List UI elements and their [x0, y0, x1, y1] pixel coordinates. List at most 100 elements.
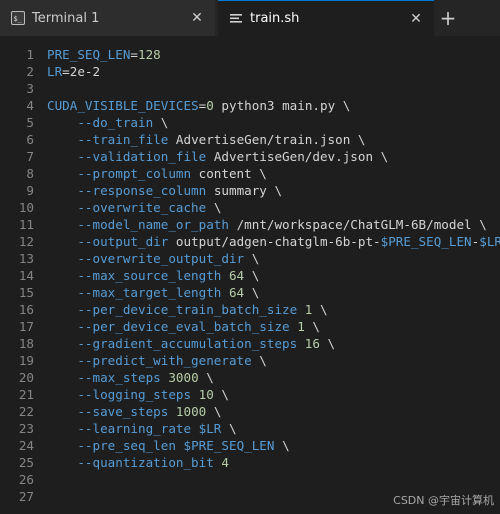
code-line[interactable]: 14 --max_source_length 64 \: [0, 267, 500, 284]
code-line[interactable]: 24 --pre_seq_len $PRE_SEQ_LEN \: [0, 437, 500, 454]
code-token: /mnt/workspace/ChatGLM-6B/model \: [228, 217, 487, 232]
code-line[interactable]: 23 --learning_rate $LR \: [0, 420, 500, 437]
line-number: 3: [26, 81, 34, 96]
line-number: 4: [26, 98, 34, 113]
code-token: AdvertiseGen/train.json \: [168, 132, 366, 147]
line-number: 17: [18, 319, 34, 334]
code-token: 2e-2: [69, 64, 101, 79]
code-token: 4: [213, 455, 229, 470]
code-line[interactable]: 9 --response_column summary \: [0, 182, 500, 199]
line-number: 22: [18, 404, 34, 419]
close-icon[interactable]: ✕: [187, 8, 207, 28]
code-line[interactable]: 11 --model_name_or_path /mnt/workspace/C…: [0, 216, 500, 233]
file-text-icon: [228, 11, 244, 27]
code-line[interactable]: 20 --max_steps 3000 \: [0, 369, 500, 386]
code-token: --learning_rate: [47, 421, 192, 436]
code-token: 1000: [168, 404, 207, 419]
line-number: 19: [18, 353, 34, 368]
code-line[interactable]: 13 --overwrite_output_dir \: [0, 250, 500, 267]
code-token: $PRE_SEQ_LEN: [380, 234, 472, 249]
code-line[interactable]: 21 --logging_steps 10 \: [0, 386, 500, 403]
code-token: --prompt_column: [47, 166, 192, 181]
line-code: --do_train \: [47, 114, 168, 131]
line-number: 10: [18, 200, 34, 215]
code-token: 64: [221, 285, 245, 300]
code-token: 16: [297, 336, 320, 351]
line-code: PRE_SEQ_LEN=128: [47, 46, 161, 63]
code-line[interactable]: 17 --per_device_eval_batch_size 1 \: [0, 318, 500, 335]
code-token: summary \: [206, 183, 283, 198]
code-line[interactable]: 12 --output_dir output/adgen-chatglm-6b-…: [0, 233, 500, 250]
code-token: \: [221, 421, 237, 436]
code-token: 128: [138, 47, 161, 62]
code-token: --per_device_train_batch_size: [47, 302, 298, 317]
line-number: 24: [18, 438, 34, 453]
code-line[interactable]: 22 --save_steps 1000 \: [0, 403, 500, 420]
code-line[interactable]: 25 --quantization_bit 4: [0, 454, 500, 471]
code-token: \: [304, 319, 320, 334]
code-token: --train_file: [47, 132, 169, 147]
code-line[interactable]: 1 PRE_SEQ_LEN=128: [0, 46, 500, 63]
line-code: --learning_rate $LR \: [47, 420, 237, 437]
line-number: 2: [26, 64, 34, 79]
line-code: --response_column summary \: [47, 182, 282, 199]
line-code: --per_device_eval_batch_size 1 \: [47, 318, 320, 335]
code-token: --do_train: [47, 115, 154, 130]
code-line[interactable]: 6 --train_file AdvertiseGen/train.json \: [0, 131, 500, 148]
code-line[interactable]: 4 CUDA_VISIBLE_DEVICES=0 python3 main.py …: [0, 97, 500, 114]
code-line[interactable]: 10 --overwrite_cache \: [0, 199, 500, 216]
line-code: --overwrite_output_dir \: [47, 250, 259, 267]
code-token: $LR: [479, 234, 500, 249]
line-code: --predict_with_generate \: [47, 352, 267, 369]
line-number: 9: [26, 183, 34, 198]
close-icon[interactable]: ✕: [406, 9, 426, 29]
line-number: 18: [18, 336, 34, 351]
code-line[interactable]: 18 --gradient_accumulation_steps 16 \: [0, 335, 500, 352]
code-token: 64: [221, 268, 245, 283]
code-token: --overwrite_output_dir: [47, 251, 245, 266]
code-token: 1: [289, 319, 305, 334]
code-editor[interactable]: 1 PRE_SEQ_LEN=128 2 LR=2e-2 3 4 CUDA_VISIBLE_D…: [0, 36, 500, 514]
line-code: --model_name_or_path /mnt/workspace/Chat…: [47, 216, 487, 233]
code-token: \: [153, 115, 169, 130]
line-code: --prompt_column content \: [47, 165, 267, 182]
code-line[interactable]: 19 --predict_with_generate \: [0, 352, 500, 369]
code-token: \: [319, 336, 336, 351]
code-token: 1: [297, 302, 313, 317]
code-token: \: [213, 387, 229, 402]
code-line[interactable]: 8 --prompt_column content \: [0, 165, 500, 182]
line-code: --pre_seq_len $PRE_SEQ_LEN \: [47, 437, 289, 454]
line-number: 23: [18, 421, 34, 436]
code-line[interactable]: 5 --do_train \: [0, 114, 500, 131]
svg-text:$_: $_: [14, 15, 23, 23]
code-token: \: [251, 353, 267, 368]
code-token: --validation_file: [47, 149, 207, 164]
code-line[interactable]: 26: [0, 471, 500, 488]
code-line[interactable]: 3: [0, 80, 500, 97]
line-number: 13: [18, 251, 34, 266]
code-line[interactable]: 16 --per_device_train_batch_size 1 \: [0, 301, 500, 318]
tab-train-sh[interactable]: train.sh ✕: [218, 0, 434, 36]
code-line[interactable]: 7 --validation_file AdvertiseGen/dev.jso…: [0, 148, 500, 165]
code-token: output/adgen-chatglm-6b-pt-: [168, 234, 381, 249]
line-number: 1: [26, 47, 34, 62]
code-token: --max_steps: [47, 370, 161, 385]
tab-terminal-1[interactable]: $_ Terminal 1 ✕: [0, 0, 215, 36]
line-code: --max_steps 3000 \: [47, 369, 214, 386]
line-code: --per_device_train_batch_size 1 \: [47, 301, 328, 318]
code-token: content \: [191, 166, 267, 181]
code-token: \: [206, 404, 222, 419]
code-token: PRE_SEQ_LEN: [47, 47, 131, 62]
code-line[interactable]: 15 --max_target_length 64 \: [0, 284, 500, 301]
line-number: 25: [18, 455, 34, 470]
line-number: 16: [18, 302, 34, 317]
code-token: \: [198, 370, 214, 385]
line-number: 26: [18, 472, 34, 487]
line-code: --train_file AdvertiseGen/train.json \: [47, 131, 365, 148]
code-token: python3 main.py \: [213, 98, 351, 113]
code-token: \: [312, 302, 328, 317]
new-tab-button[interactable]: +: [436, 6, 460, 30]
line-code: --validation_file AdvertiseGen/dev.json …: [47, 148, 388, 165]
code-token: \: [244, 251, 260, 266]
code-line[interactable]: 2 LR=2e-2: [0, 63, 500, 80]
